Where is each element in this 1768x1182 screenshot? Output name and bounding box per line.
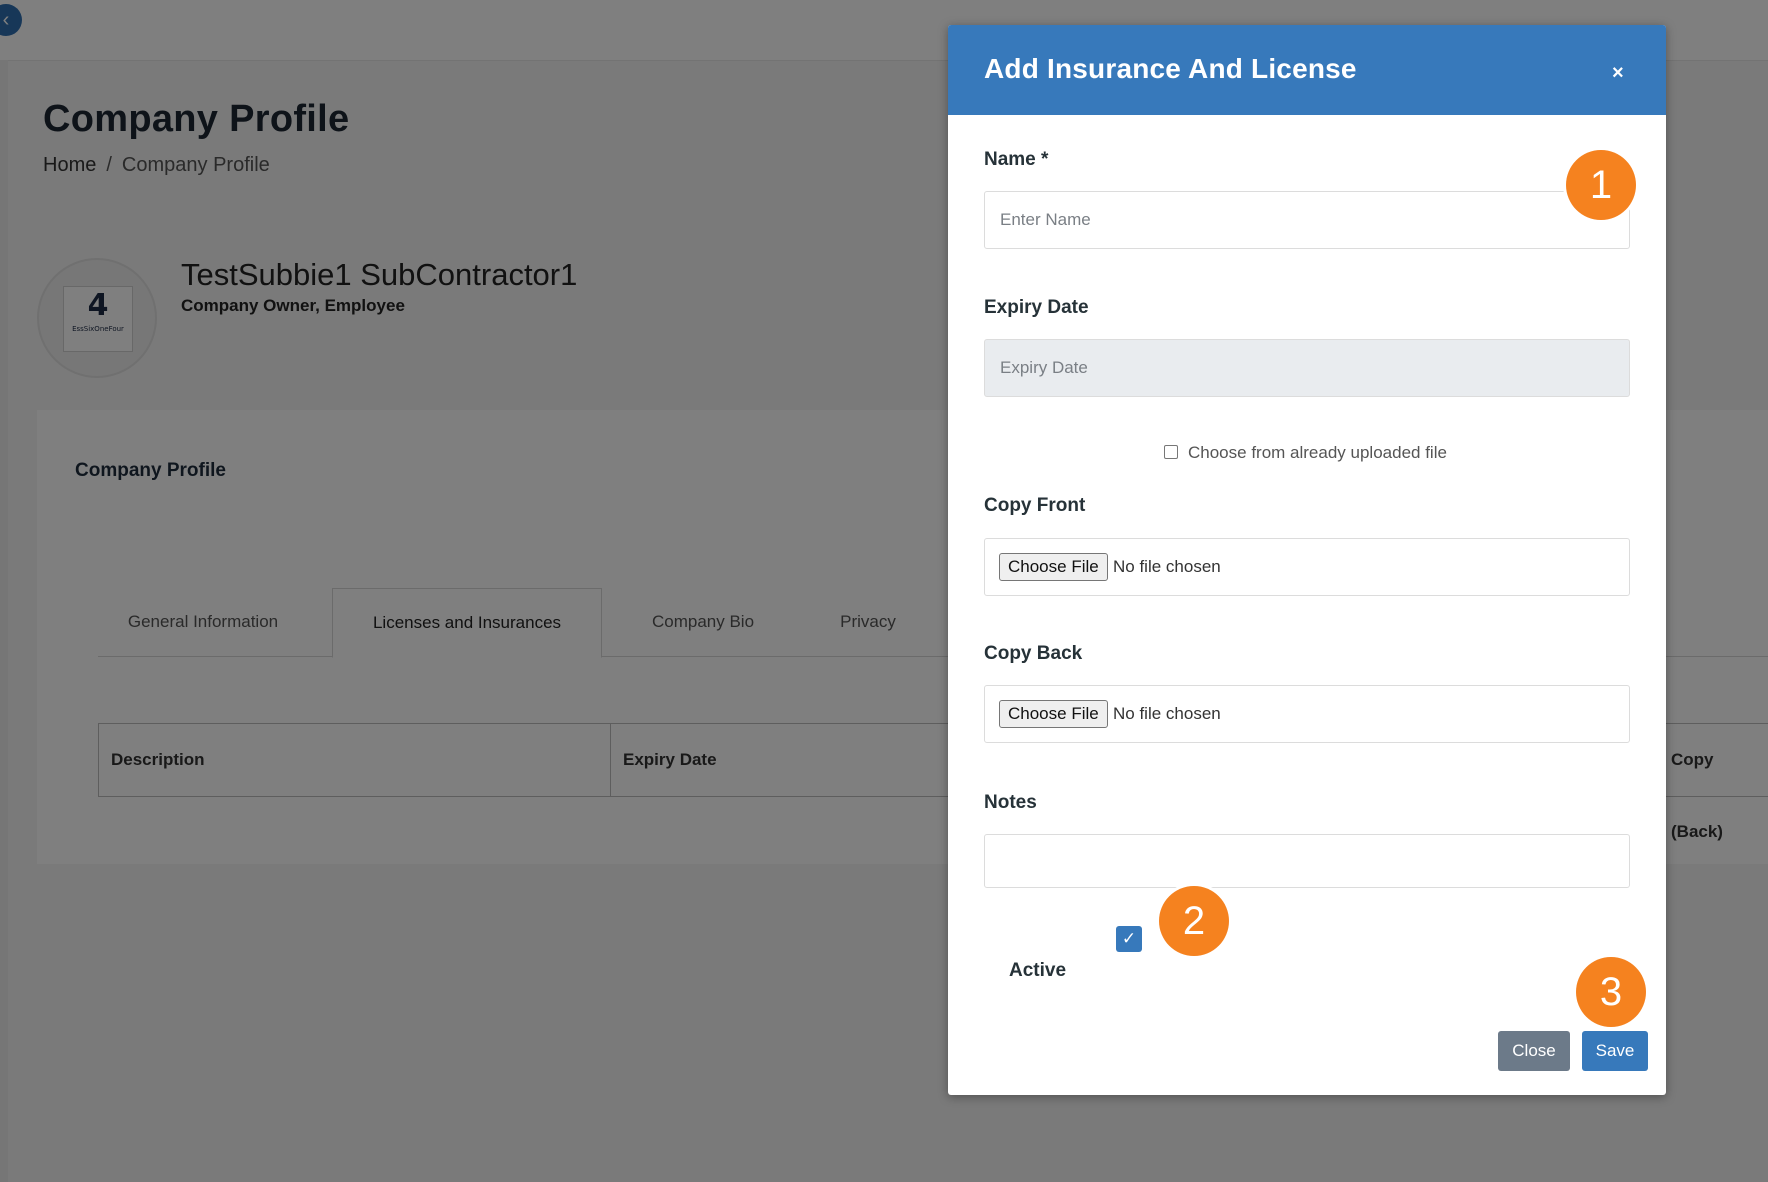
close-button[interactable]: Close [1498, 1031, 1570, 1071]
callout-1: 1 [1566, 150, 1636, 220]
checkbox-icon[interactable] [1164, 444, 1178, 459]
copy-back-file-input[interactable]: Choose File No file chosen [984, 685, 1630, 743]
notes-textarea[interactable] [984, 834, 1630, 888]
expiry-date-input[interactable] [984, 339, 1630, 397]
copy-back-choose-file-button[interactable]: Choose File [999, 700, 1108, 728]
choose-uploaded-option[interactable]: Choose from already uploaded file [1164, 443, 1447, 463]
close-icon[interactable]: × [1612, 63, 1624, 83]
copy-front-label: Copy Front [984, 495, 1086, 516]
copy-front-file-status: No file chosen [1113, 557, 1221, 576]
add-insurance-modal: Add Insurance And License × Name * Expir… [948, 25, 1666, 1095]
modal-title: Add Insurance And License [984, 53, 1357, 84]
expiry-date-label: Expiry Date [984, 297, 1089, 318]
name-input[interactable] [984, 191, 1630, 249]
name-label: Name * [984, 149, 1049, 170]
callout-2: 2 [1159, 886, 1229, 956]
save-button[interactable]: Save [1582, 1031, 1648, 1071]
check-icon: ✓ [1121, 929, 1137, 948]
choose-uploaded-label: Choose from already uploaded file [1188, 443, 1447, 462]
active-label: Active [1009, 960, 1067, 981]
notes-label: Notes [984, 792, 1037, 813]
copy-front-choose-file-button[interactable]: Choose File [999, 553, 1108, 581]
copy-back-file-status: No file chosen [1113, 704, 1221, 723]
active-checkbox[interactable]: ✓ [1116, 926, 1142, 952]
callout-3: 3 [1576, 957, 1646, 1027]
copy-front-file-input[interactable]: Choose File No file chosen [984, 538, 1630, 596]
modal-header: Add Insurance And License × [948, 25, 1666, 115]
copy-back-label: Copy Back [984, 643, 1083, 664]
